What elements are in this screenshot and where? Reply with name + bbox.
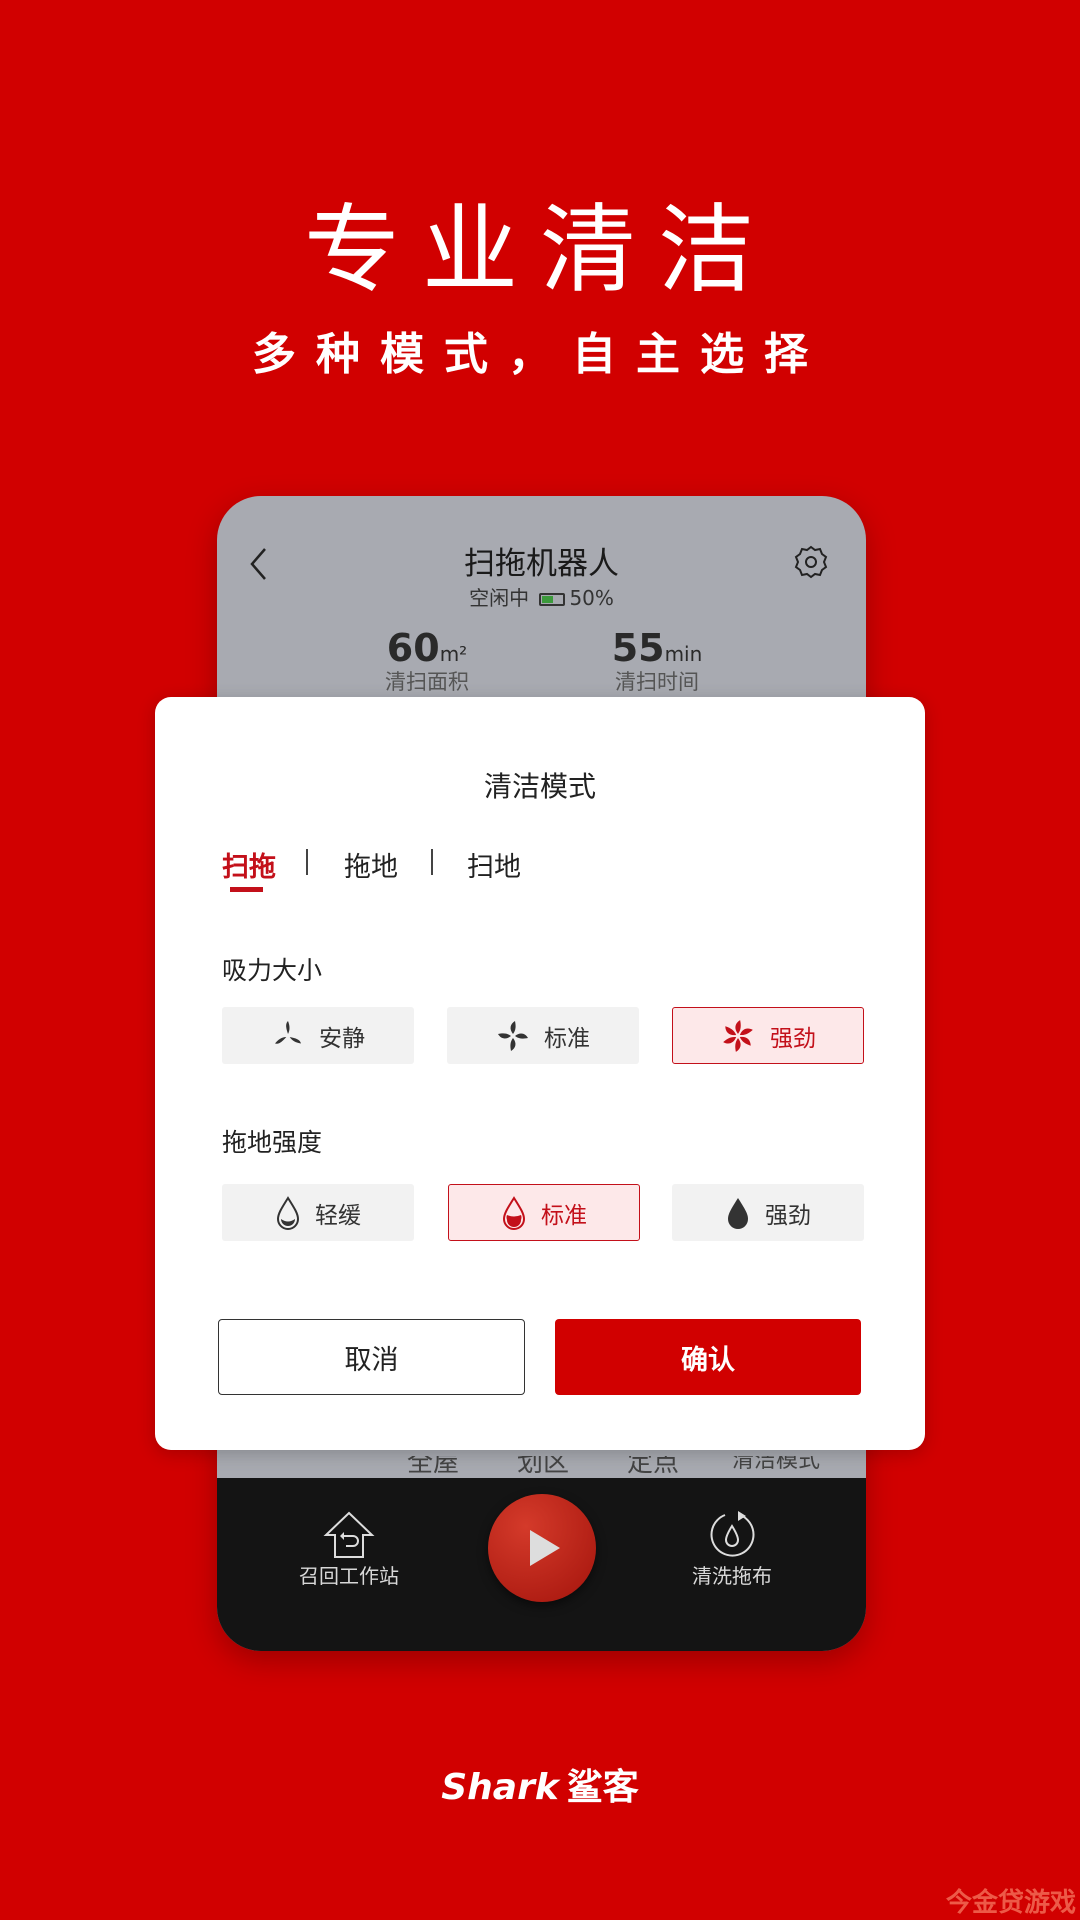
home-return-icon xyxy=(323,1511,375,1558)
suction-standard-option[interactable]: 标准 xyxy=(447,1007,639,1064)
tab-divider xyxy=(431,849,433,875)
fan-low-icon xyxy=(275,1020,301,1044)
mop-intensity-label: 拖地强度 xyxy=(222,1128,323,1157)
area-stat: 60m² 清扫面积 xyxy=(385,626,469,694)
wash-mop-icon xyxy=(710,1511,755,1557)
mop-strong-option[interactable]: 强劲 xyxy=(672,1184,864,1241)
tab-sweep-mop[interactable]: 扫拖 xyxy=(222,845,276,884)
option-label: 强劲 xyxy=(770,1025,816,1052)
clean-mode-dialog: 清洁模式 扫拖 拖地 扫地 吸力大小 安静 标准 强劲 拖地强度 轻缓 标准 强… xyxy=(155,697,925,1450)
clean-mode-link[interactable]: 清洁模式 xyxy=(732,1456,820,1474)
mop-standard-option[interactable]: 标准 xyxy=(448,1184,640,1241)
option-label: 标准 xyxy=(544,1025,590,1052)
fan-medium-icon xyxy=(498,1020,528,1051)
hero-subtitle: 多种模式，自主选择 xyxy=(252,329,828,380)
play-icon xyxy=(530,1530,560,1566)
option-label: 标准 xyxy=(541,1202,587,1229)
fan-high-icon xyxy=(723,1019,753,1052)
suction-quiet-option[interactable]: 安静 xyxy=(222,1007,414,1064)
battery-level: 50% xyxy=(569,586,614,610)
drop-high-icon xyxy=(728,1197,748,1229)
time-stat: 55min 清扫时间 xyxy=(611,626,703,694)
bottom-dock: 召回工作站 清洗拖布 xyxy=(217,1478,866,1651)
wash-mop-label: 清洗拖布 xyxy=(692,1564,772,1588)
suction-strong-option[interactable]: 强劲 xyxy=(672,1007,864,1064)
recall-station-label: 召回工作站 xyxy=(299,1564,399,1588)
tab-spot[interactable]: 定点 xyxy=(627,1456,679,1478)
option-label: 安静 xyxy=(319,1025,365,1052)
recall-station-button[interactable]: 召回工作站 xyxy=(269,1510,429,1589)
tab-whole[interactable]: 全屋 xyxy=(407,1456,459,1478)
device-title: 扫拖机器人 xyxy=(464,546,619,582)
behind-tabs: 全屋 划区 定点 清洁模式 xyxy=(217,1456,866,1478)
option-label: 强劲 xyxy=(765,1202,811,1229)
wash-mop-button[interactable]: 清洗拖布 xyxy=(652,1510,812,1589)
tab-divider xyxy=(306,849,308,875)
cancel-button[interactable]: 取消 xyxy=(218,1319,525,1395)
gear-icon[interactable] xyxy=(793,544,829,580)
suction-label: 吸力大小 xyxy=(222,956,323,985)
brand-logo: Shark 鲨客 xyxy=(441,1767,639,1808)
dialog-title: 清洁模式 xyxy=(483,770,596,803)
device-status: 空闲中 50% xyxy=(217,582,866,611)
tab-zone[interactable]: 划区 xyxy=(517,1456,569,1478)
active-tab-indicator xyxy=(230,887,263,892)
option-label: 轻缓 xyxy=(315,1202,361,1229)
status-text: 空闲中 xyxy=(469,586,530,610)
battery-icon xyxy=(539,593,566,606)
watermark: 今金贷游戏 xyxy=(945,1888,1076,1918)
drop-medium-icon xyxy=(502,1195,526,1230)
hero-title: 专业清洁 xyxy=(304,194,776,306)
mop-gentle-option[interactable]: 轻缓 xyxy=(222,1184,414,1241)
tab-sweep[interactable]: 扫地 xyxy=(467,845,521,884)
drop-low-icon xyxy=(276,1195,300,1230)
start-button[interactable] xyxy=(488,1494,596,1602)
confirm-button[interactable]: 确认 xyxy=(555,1319,861,1395)
tab-mop[interactable]: 拖地 xyxy=(344,845,398,884)
